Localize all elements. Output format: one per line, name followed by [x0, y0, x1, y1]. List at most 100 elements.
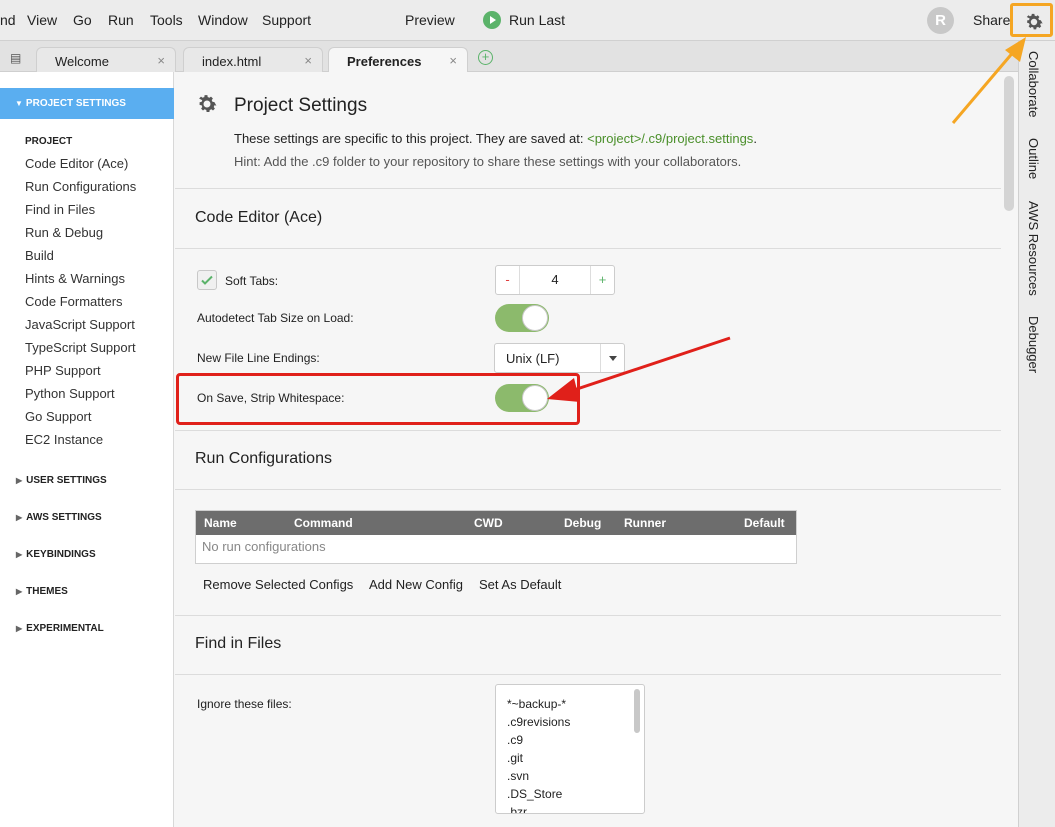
menu-item-view[interactable]: View	[27, 12, 57, 28]
right-panel-rail: Collaborate Outline AWS Resources Debugg…	[1018, 41, 1055, 827]
sidebar-group-themes[interactable]: ▶ THEMES	[16, 586, 68, 597]
rail-tab-collaborate[interactable]: Collaborate	[1026, 51, 1041, 118]
settings-path: <project>/.c9/project.settings	[587, 131, 754, 146]
soft-tabs-checkbox[interactable]	[197, 270, 217, 290]
sidebar-item-code-editor[interactable]: Code Editor (Ace)	[25, 156, 128, 171]
list-item: .svn	[507, 769, 530, 783]
rail-tab-outline[interactable]: Outline	[1026, 138, 1041, 179]
triangle-down-icon: ▼	[15, 99, 23, 108]
sidebar-group-label: PROJECT SETTINGS	[25, 98, 126, 109]
close-icon[interactable]: ×	[304, 53, 312, 68]
sidebar-item-php-support[interactable]: PHP Support	[25, 363, 101, 378]
soft-tabs-label: Soft Tabs:	[225, 274, 279, 288]
sidebar-item-run-configurations[interactable]: Run Configurations	[25, 179, 136, 194]
scrollbar-thumb[interactable]	[634, 689, 640, 733]
menu-item-go[interactable]: Go	[73, 12, 92, 28]
rail-tab-aws-resources[interactable]: AWS Resources	[1026, 201, 1041, 296]
tab-list-icon[interactable]: ▤	[10, 51, 21, 65]
tab-label: Welcome	[55, 54, 109, 69]
ignore-files-label: Ignore these files:	[197, 697, 292, 711]
column-header-command[interactable]: Command	[294, 516, 353, 530]
column-header-cwd[interactable]: CWD	[474, 516, 503, 530]
toggle-knob	[522, 305, 548, 331]
close-icon[interactable]: ×	[157, 53, 165, 68]
main-scrollbar[interactable]	[1004, 76, 1014, 211]
sidebar-group-keybindings[interactable]: ▶ KEYBINDINGS	[16, 549, 96, 560]
tab-label: index.html	[202, 54, 262, 69]
add-new-config-button[interactable]: Add New Config	[369, 577, 463, 592]
ignore-files-textarea[interactable]: *~backup-* .c9revisions .c9 .git .svn .D…	[495, 684, 645, 814]
settings-hint: Hint: Add the .c9 folder to your reposit…	[234, 154, 742, 169]
decrement-button[interactable]: -	[496, 266, 520, 294]
column-header-runner[interactable]: Runner	[624, 516, 666, 530]
share-button[interactable]: Share	[973, 12, 1010, 28]
list-item: .c9	[507, 733, 524, 747]
divider	[175, 674, 1001, 675]
set-as-default-button[interactable]: Set As Default	[479, 577, 561, 592]
column-header-debug[interactable]: Debug	[564, 516, 601, 530]
sidebar-group-user-settings[interactable]: ▶ USER SETTINGS	[16, 475, 107, 486]
section-title-find-in-files: Find in Files	[195, 635, 282, 652]
strip-whitespace-toggle[interactable]	[495, 384, 549, 412]
sidebar-group-label: EXPERIMENTAL	[26, 623, 104, 634]
sidebar-item-find-in-files[interactable]: Find in Files	[25, 202, 95, 217]
preview-button[interactable]: Preview	[405, 12, 455, 28]
sidebar-item-run-debug[interactable]: Run & Debug	[25, 225, 103, 240]
tab-index-html[interactable]: index.html ×	[183, 47, 323, 72]
list-item: *~backup-*	[507, 697, 567, 711]
column-header-default[interactable]: Default	[744, 516, 785, 530]
sidebar-group-experimental[interactable]: ▶ EXPERIMENTAL	[16, 623, 104, 634]
run-last-button[interactable]: Run Last	[509, 12, 565, 28]
divider	[175, 489, 1001, 490]
tab-welcome[interactable]: Welcome ×	[36, 47, 176, 72]
checkmark-icon	[201, 275, 213, 285]
preferences-gear-button[interactable]	[1010, 3, 1053, 37]
menu-item-run[interactable]: Run	[108, 12, 134, 28]
list-item: .bzr	[507, 805, 528, 814]
close-icon[interactable]: ×	[449, 53, 457, 68]
sidebar-item-build[interactable]: Build	[25, 248, 54, 263]
run-configurations-table: Name Command CWD Debug Runner Default No…	[195, 510, 797, 564]
sidebar-group-aws-settings[interactable]: ▶ AWS SETTINGS	[16, 512, 102, 523]
avatar[interactable]: R	[927, 7, 954, 34]
increment-button[interactable]: +	[590, 266, 614, 294]
triangle-right-icon: ▶	[16, 624, 23, 633]
tab-preferences[interactable]: Preferences ×	[328, 47, 468, 73]
sidebar-group-label: USER SETTINGS	[26, 475, 107, 486]
sidebar-item-python-support[interactable]: Python Support	[25, 386, 115, 401]
menu-item-support[interactable]: Support	[262, 12, 311, 28]
autodetect-tab-size-label: Autodetect Tab Size on Load:	[197, 311, 354, 325]
rail-tab-debugger[interactable]: Debugger	[1026, 316, 1041, 373]
sidebar-item-go-support[interactable]: Go Support	[25, 409, 92, 424]
run-icon[interactable]	[483, 11, 501, 29]
menu-item-find[interactable]: nd	[0, 12, 16, 28]
tab-size-value[interactable]: 4	[520, 266, 590, 294]
add-tab-icon[interactable]: +	[478, 50, 493, 65]
gear-icon	[1026, 13, 1043, 30]
section-title-run-configurations: Run Configurations	[195, 450, 332, 467]
sidebar-group-project-settings[interactable]: ▼ PROJECT SETTINGS	[0, 88, 174, 119]
gear-icon	[199, 95, 217, 112]
settings-description: These settings are specific to this proj…	[234, 131, 757, 146]
tab-bar: ▤ Welcome × index.html × Preferences × +	[0, 41, 1018, 73]
column-header-name[interactable]: Name	[204, 516, 237, 530]
sidebar-item-code-formatters[interactable]: Code Formatters	[25, 294, 123, 309]
autodetect-tab-size-toggle[interactable]	[495, 304, 549, 332]
divider	[175, 615, 1001, 616]
line-endings-select[interactable]: Unix (LF)	[494, 343, 625, 373]
preferences-panel: Project Settings These settings are spec…	[175, 72, 1003, 827]
sidebar-item-ec2-instance[interactable]: EC2 Instance	[25, 432, 103, 447]
sidebar-item-javascript-support[interactable]: JavaScript Support	[25, 317, 135, 332]
remove-selected-configs-button[interactable]: Remove Selected Configs	[203, 577, 353, 592]
chevron-down-icon[interactable]	[600, 344, 624, 372]
sidebar-group-label: AWS SETTINGS	[26, 512, 102, 523]
sidebar-item-typescript-support[interactable]: TypeScript Support	[25, 340, 136, 355]
section-title-code-editor: Code Editor (Ace)	[195, 209, 323, 226]
tab-size-stepper[interactable]: - 4 +	[495, 265, 615, 295]
table-empty-message: No run configurations	[202, 539, 326, 554]
page-title: Project Settings	[234, 95, 368, 116]
sidebar-item-hints-warnings[interactable]: Hints & Warnings	[25, 271, 125, 286]
toggle-knob	[522, 385, 548, 411]
menu-item-window[interactable]: Window	[198, 12, 248, 28]
menu-item-tools[interactable]: Tools	[150, 12, 183, 28]
